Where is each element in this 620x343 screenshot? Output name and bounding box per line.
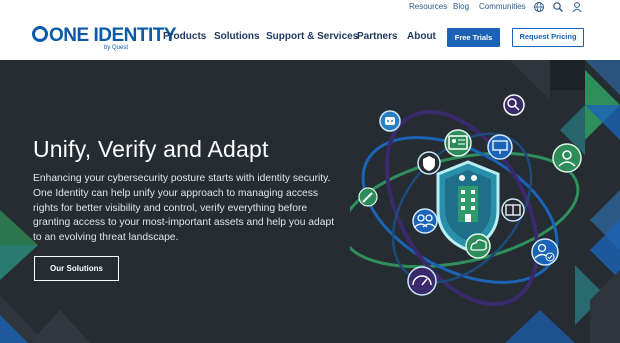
utility-bar: Resources Blog Communities [0, 0, 620, 15]
building-shield-icon [436, 160, 500, 252]
nav-products[interactable]: Products [163, 31, 206, 42]
brand-name: ONE IDENTITY [49, 25, 177, 46]
monitor-icon [487, 134, 513, 160]
main-navigation: ONE IDENTITY by Quest Products Solutions… [0, 15, 620, 60]
id-card-icon [444, 129, 472, 157]
gauge-icon [407, 266, 437, 296]
nav-solutions[interactable]: Solutions [214, 31, 260, 42]
request-pricing-button[interactable]: Request Pricing [512, 28, 584, 47]
nav-partners[interactable]: Partners [357, 31, 398, 42]
hero-section: Unify, Verify and Adapt Enhancing your c… [0, 60, 620, 343]
nav-support-services[interactable]: Support & Services [266, 31, 358, 42]
brand-byline: by Quest [104, 45, 129, 51]
logo-ring-icon [32, 26, 48, 42]
our-solutions-button[interactable]: Our Solutions [34, 256, 119, 281]
window-icon [501, 198, 525, 222]
search-user-icon [503, 94, 525, 116]
user-check-icon [531, 238, 559, 266]
identity-security-illustration [350, 94, 582, 307]
free-trials-button[interactable]: Free Trials [447, 28, 500, 47]
shield-icon [417, 151, 441, 175]
utility-link-blog[interactable]: Blog [453, 2, 469, 11]
admin-user-icon [552, 143, 582, 173]
search-icon[interactable] [552, 1, 564, 13]
nav-about[interactable]: About [407, 31, 436, 42]
utility-link-communities[interactable]: Communities [479, 2, 526, 11]
utility-link-resources[interactable]: Resources [409, 2, 447, 11]
one-identity-logo[interactable]: ONE IDENTITY by Quest [32, 25, 177, 52]
globe-icon[interactable] [533, 1, 545, 13]
cloud-icon [465, 233, 491, 259]
hero-description: Enhancing your cybersecurity posture sta… [33, 173, 335, 244]
hero-title: Unify, Verify and Adapt [33, 136, 269, 162]
key-icon [358, 187, 378, 207]
user-icon[interactable] [571, 1, 583, 13]
robot-icon [379, 110, 401, 132]
users-icon [412, 208, 438, 234]
